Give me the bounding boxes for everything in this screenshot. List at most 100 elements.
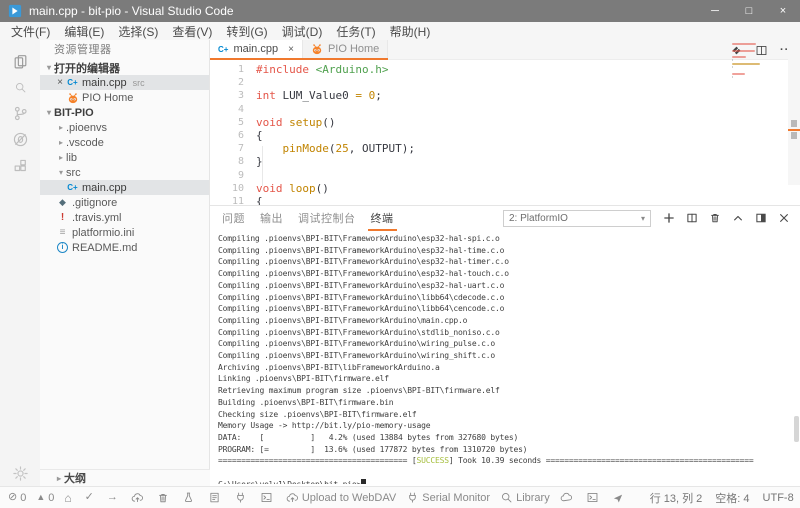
explorer-icon[interactable] <box>0 48 40 74</box>
terminal-line: Compiling .pioenvs\BPI-BIT\FrameworkArdu… <box>218 268 792 280</box>
tree-item[interactable]: ▾src <box>40 165 209 180</box>
status-item[interactable]: Serial Monitor <box>406 491 490 504</box>
open-editor-item[interactable]: PIO Home <box>40 90 209 105</box>
status-item[interactable]: 行 13, 列 2 <box>650 490 703 506</box>
panel-tab[interactable]: 调试控制台 <box>295 206 359 231</box>
line-number: 7 <box>210 142 256 155</box>
close-icon[interactable]: × <box>288 44 294 55</box>
chevron-up-icon[interactable] <box>732 212 744 224</box>
tree-item[interactable]: ▸.vscode <box>40 135 209 150</box>
code-editor[interactable]: 1#include <Arduino.h>23int LUM_Value0 = … <box>210 60 800 205</box>
status-item[interactable]: ✓ <box>85 492 97 503</box>
terminal-line: Compiling .pioenvs\BPI-BIT\FrameworkArdu… <box>218 280 792 292</box>
editor-tab[interactable]: PIO Home <box>303 40 388 58</box>
chevron-right-icon: ▸ <box>56 123 66 132</box>
tree-item-label: lib <box>66 152 77 164</box>
terminal-picker[interactable]: 2: PlatformIO ▾ <box>503 210 651 227</box>
extensions-icon[interactable] <box>0 152 40 178</box>
close-icon[interactable]: × <box>54 77 66 88</box>
chevron-right-icon: ▸ <box>54 474 64 483</box>
status-item[interactable]: ⊘0 <box>8 492 26 504</box>
trash-icon[interactable] <box>709 212 721 224</box>
status-item[interactable]: Library <box>500 491 550 504</box>
code-line: 8} <box>210 155 800 168</box>
tree-item[interactable]: C+main.cpp <box>40 180 209 195</box>
vscode-window: main.cpp - bit-pio - Visual Studio Code … <box>0 0 800 508</box>
line-number: 9 <box>210 169 256 182</box>
outline-section[interactable]: ▸ 大纲 <box>40 469 223 486</box>
cloud-upload-icon <box>131 491 144 504</box>
tree-item[interactable]: ≡platformio.ini <box>40 225 209 240</box>
warning-icon: ▲ <box>36 493 45 502</box>
status-item[interactable] <box>208 491 224 504</box>
source-control-icon[interactable] <box>0 100 40 126</box>
menu-item[interactable]: 选择(S) <box>111 23 165 40</box>
arrow-right-icon: → <box>107 492 118 503</box>
menu-item[interactable]: 调试(D) <box>275 23 330 40</box>
chevron-down-icon: ▾ <box>56 168 66 177</box>
chevron-right-icon: ▸ <box>56 138 66 147</box>
status-item[interactable]: 空格: 4 <box>715 490 749 506</box>
status-item[interactable]: ▲0 <box>36 492 54 504</box>
split-panel-icon[interactable] <box>686 212 698 224</box>
status-item[interactable]: Upload to WebDAV <box>286 491 396 504</box>
maximize-button[interactable]: □ <box>732 0 766 22</box>
menu-item[interactable]: 文件(F) <box>4 23 57 40</box>
close-button[interactable]: × <box>766 0 800 22</box>
status-item[interactable] <box>234 491 250 504</box>
panel-actions <box>663 212 790 224</box>
code-line: 1#include <Arduino.h> <box>210 63 800 76</box>
open-editors-header[interactable]: ▾ 打开的编辑器 <box>40 60 209 75</box>
status-item[interactable]: → <box>107 492 121 503</box>
panel-tab[interactable]: 终端 <box>368 206 397 231</box>
sidebar-title: 资源管理器 <box>40 40 209 60</box>
status-item[interactable]: UTF-8 <box>763 492 794 504</box>
project-header[interactable]: ▾ BIT-PIO <box>40 105 209 120</box>
status-item[interactable] <box>260 491 276 504</box>
terminal-line: Compiling .pioenvs\BPI-BIT\FrameworkArdu… <box>218 245 792 257</box>
window-controls: ─□× <box>698 0 800 22</box>
minimize-button[interactable]: ─ <box>698 0 732 22</box>
tree-item[interactable]: ◆.gitignore <box>40 195 209 210</box>
chevron-down-icon: ▾ <box>44 108 54 117</box>
menu-item[interactable]: 任务(T) <box>329 23 382 40</box>
menu-item[interactable]: 帮助(H) <box>383 23 438 40</box>
search-icon[interactable] <box>0 74 40 100</box>
status-item[interactable] <box>586 491 602 504</box>
panel-tab[interactable]: 输出 <box>257 206 286 231</box>
status-item[interactable] <box>560 491 576 504</box>
tree-item[interactable]: ▸.pioenvs <box>40 120 209 135</box>
code-line: 7 pinMode(25, OUTPUT); <box>210 142 800 155</box>
tree-item[interactable]: iREADME.md <box>40 240 209 255</box>
minimap[interactable] <box>732 43 760 79</box>
status-item[interactable] <box>131 491 147 504</box>
gear-icon[interactable] <box>0 460 40 486</box>
indent-guide <box>262 146 263 186</box>
terminal-line: Compiling .pioenvs\BPI-BIT\FrameworkArdu… <box>218 327 792 339</box>
line-number: 11 <box>210 195 256 205</box>
pio-icon <box>311 43 323 55</box>
status-item[interactable] <box>612 492 627 504</box>
overview-ruler[interactable] <box>788 40 800 185</box>
panel-tab[interactable]: 问题 <box>219 206 248 231</box>
open-editor-item[interactable]: × C+ main.cpp src <box>40 75 209 90</box>
status-item[interactable]: ⌂ <box>64 492 74 504</box>
title-bar: main.cpp - bit-pio - Visual Studio Code … <box>0 0 800 22</box>
plus-icon[interactable] <box>663 212 675 224</box>
menu-item[interactable]: 查看(V) <box>165 23 219 40</box>
status-item[interactable] <box>182 491 198 504</box>
status-item[interactable] <box>157 492 172 504</box>
terminal[interactable]: Compiling .pioenvs\BPI-BIT\FrameworkArdu… <box>218 233 792 484</box>
debug-icon[interactable] <box>0 126 40 152</box>
menu-item[interactable]: 转到(G) <box>219 23 274 40</box>
terminal-line: Compiling .pioenvs\BPI-BIT\FrameworkArdu… <box>218 303 792 315</box>
editor-tab[interactable]: C+ main.cpp × <box>210 40 303 58</box>
close-icon[interactable] <box>778 212 790 224</box>
tree-item[interactable]: !.travis.yml <box>40 210 209 225</box>
menu-item[interactable]: 编辑(E) <box>57 23 111 40</box>
editor-group: C+ main.cpp × PIO Home ··· 1#include <Ar… <box>210 40 800 205</box>
panel-right-icon[interactable] <box>755 212 767 224</box>
line-number: 4 <box>210 103 256 116</box>
terminal-scrollbar[interactable] <box>794 416 799 442</box>
tree-item[interactable]: ▸lib <box>40 150 209 165</box>
